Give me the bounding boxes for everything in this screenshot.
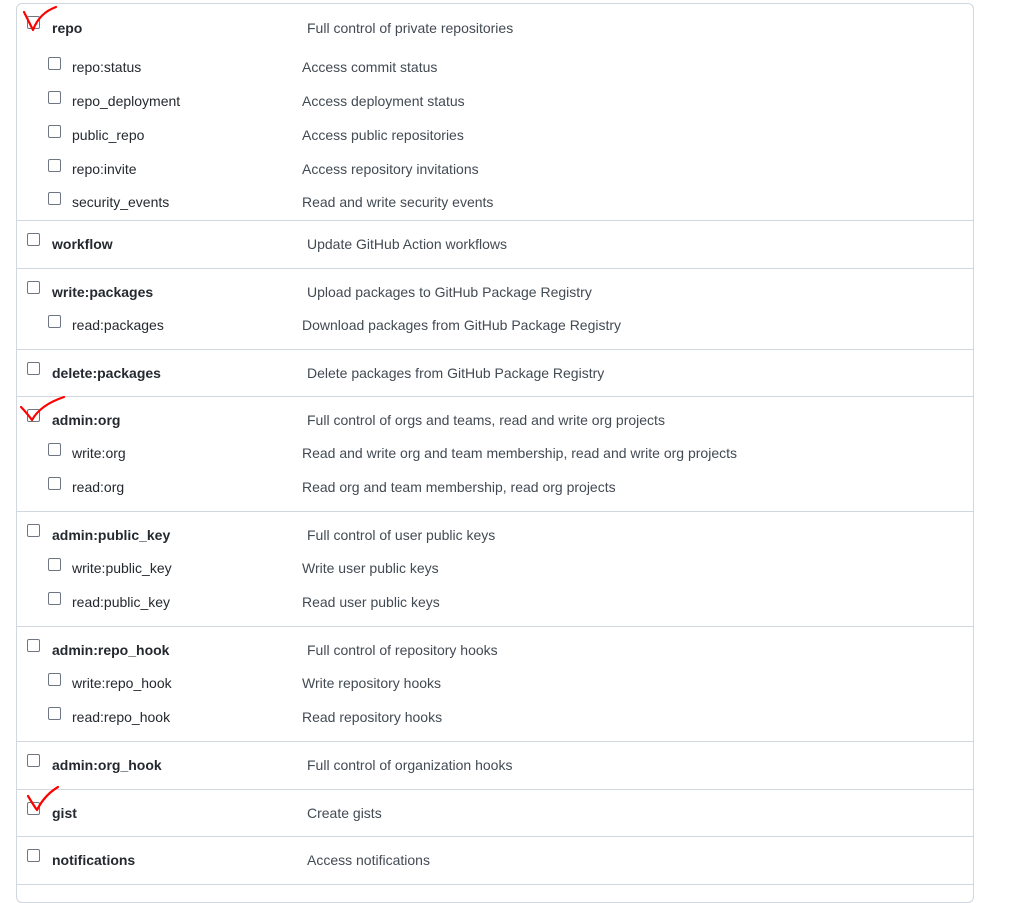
- scope-description: Read and write security events: [302, 194, 494, 210]
- scopes-panel: repo Full control of private repositorie…: [16, 3, 974, 903]
- scope-name: repo:invite: [72, 161, 137, 177]
- scope-row-read-repo-hook: read:repo_hook Read repository hooks: [17, 695, 973, 729]
- scope-description: Full control of repository hooks: [307, 642, 498, 658]
- checkbox-write-org[interactable]: [48, 443, 61, 456]
- scope-description: Read user public keys: [302, 594, 440, 610]
- scope-name: admin:repo_hook: [52, 642, 170, 658]
- scope-description: Full control of orgs and teams, read and…: [307, 412, 665, 428]
- scope-row-repo-status: repo:status Access commit status: [17, 45, 973, 79]
- scope-description: Read org and team membership, read org p…: [302, 479, 616, 495]
- scope-description: Write repository hooks: [302, 675, 442, 691]
- scope-group-admin-org-hook: admin:org_hook Full control of organizat…: [17, 742, 973, 790]
- scope-name: admin:org_hook: [52, 757, 162, 773]
- checkbox-admin-repo-hook[interactable]: [27, 639, 40, 652]
- scope-name: repo: [52, 20, 83, 36]
- checkbox-repo-deployment[interactable]: [48, 91, 61, 104]
- scope-description: Upload packages to GitHub Package Regist…: [307, 284, 592, 300]
- checkbox-repo[interactable]: [27, 16, 40, 29]
- scope-name: delete:packages: [52, 365, 161, 381]
- checkbox-public-repo[interactable]: [48, 125, 61, 138]
- scope-description: Delete packages from GitHub Package Regi…: [307, 365, 605, 381]
- scope-name: security_events: [72, 194, 170, 210]
- scope-row-write-packages: write:packages Upload packages to GitHub…: [17, 269, 973, 303]
- checkbox-repo-invite[interactable]: [48, 159, 61, 172]
- scope-group-notifications: notifications Access notifications: [17, 837, 973, 885]
- scope-name: write:repo_hook: [72, 675, 172, 691]
- scope-row-gist: gist Create gists: [17, 790, 973, 824]
- scope-row-workflow: workflow Update GitHub Action workflows: [17, 221, 973, 255]
- scope-name: gist: [52, 805, 77, 821]
- scope-row-admin-public-key: admin:public_key Full control of user pu…: [17, 512, 973, 546]
- scope-group-admin-public-key: admin:public_key Full control of user pu…: [17, 512, 973, 627]
- checkbox-workflow[interactable]: [27, 233, 40, 246]
- checkbox-gist[interactable]: [27, 802, 40, 815]
- scope-group-gist: gist Create gists: [17, 790, 973, 837]
- scope-group-write-packages: write:packages Upload packages to GitHub…: [17, 269, 973, 350]
- scope-name: write:packages: [52, 284, 154, 300]
- scope-description: Read repository hooks: [302, 709, 443, 725]
- scope-row-delete-packages: delete:packages Delete packages from Git…: [17, 350, 973, 384]
- scope-row-read-public-key: read:public_key Read user public keys: [17, 580, 973, 614]
- checkbox-read-org[interactable]: [48, 477, 61, 490]
- checkbox-read-packages[interactable]: [48, 315, 61, 328]
- checkbox-read-repo-hook[interactable]: [48, 707, 61, 720]
- scope-row-read-org: read:org Read org and team membership, r…: [17, 465, 973, 499]
- scope-description: Read and write org and team membership, …: [302, 445, 737, 461]
- scope-description: Full control of user public keys: [307, 527, 496, 543]
- scope-group-workflow: workflow Update GitHub Action workflows: [17, 221, 973, 269]
- scope-description: Create gists: [307, 805, 382, 821]
- scope-description: Access repository invitations: [302, 161, 479, 177]
- scope-name: read:org: [72, 479, 125, 495]
- scope-row-admin-org-hook: admin:org_hook Full control of organizat…: [17, 742, 973, 776]
- scope-name: public_repo: [72, 127, 145, 143]
- scope-row-admin-repo-hook: admin:repo_hook Full control of reposito…: [17, 627, 973, 661]
- scope-name: write:org: [72, 445, 126, 461]
- scope-name: read:packages: [72, 317, 164, 333]
- scope-group-delete-packages: delete:packages Delete packages from Git…: [17, 350, 973, 397]
- scope-row-write-public-key: write:public_key Write user public keys: [17, 546, 973, 580]
- scope-row-admin-org: admin:org Full control of orgs and teams…: [17, 397, 973, 431]
- scope-name: admin:public_key: [52, 527, 171, 543]
- scope-row-read-packages: read:packages Download packages from Git…: [17, 303, 973, 337]
- scope-name: repo_deployment: [72, 93, 181, 109]
- checkbox-security-events[interactable]: [48, 192, 61, 205]
- checkbox-write-packages[interactable]: [27, 281, 40, 294]
- scope-name: repo:status: [72, 59, 142, 75]
- scope-description: Full control of private repositories: [307, 20, 514, 36]
- scope-name: notifications: [52, 852, 136, 868]
- checkbox-write-repo-hook[interactable]: [48, 673, 61, 686]
- scope-name: admin:org: [52, 412, 121, 428]
- scope-description: Download packages from GitHub Package Re…: [302, 317, 622, 333]
- scope-description: Write user public keys: [302, 560, 439, 576]
- scope-group-admin-org: admin:org Full control of orgs and teams…: [17, 397, 973, 512]
- checkbox-delete-packages[interactable]: [27, 362, 40, 375]
- checkbox-write-public-key[interactable]: [48, 558, 61, 571]
- scope-description: Update GitHub Action workflows: [307, 236, 507, 252]
- scope-row-notifications: notifications Access notifications: [17, 837, 973, 871]
- scope-row-public-repo: public_repo Access public repositories: [17, 113, 973, 147]
- checkbox-notifications[interactable]: [27, 849, 40, 862]
- scope-description: Access commit status: [302, 59, 438, 75]
- scope-row-repo: repo Full control of private repositorie…: [17, 4, 973, 44]
- scope-row-write-org: write:org Read and write org and team me…: [17, 431, 973, 465]
- scope-name: workflow: [52, 236, 113, 252]
- scope-description: Access notifications: [307, 852, 430, 868]
- checkbox-read-public-key[interactable]: [48, 592, 61, 605]
- scope-group-admin-repo-hook: admin:repo_hook Full control of reposito…: [17, 627, 973, 742]
- checkbox-admin-org[interactable]: [27, 409, 40, 422]
- scope-row-security-events: security_events Read and write security …: [17, 180, 973, 214]
- checkbox-admin-org-hook[interactable]: [27, 754, 40, 767]
- scope-description: Full control of organization hooks: [307, 757, 513, 773]
- scope-name: read:repo_hook: [72, 709, 171, 725]
- scope-name: read:public_key: [72, 594, 171, 610]
- checkbox-admin-public-key[interactable]: [27, 524, 40, 537]
- scope-group-repo: repo Full control of private repositorie…: [17, 4, 973, 221]
- scope-row-repo-deployment: repo_deployment Access deployment status: [17, 79, 973, 113]
- scope-row-write-repo-hook: write:repo_hook Write repository hooks: [17, 661, 973, 695]
- scope-name: write:public_key: [72, 560, 172, 576]
- scope-description: Access deployment status: [302, 93, 465, 109]
- scope-description: Access public repositories: [302, 127, 464, 143]
- checkbox-repo-status[interactable]: [48, 57, 61, 70]
- scope-row-repo-invite: repo:invite Access repository invitation…: [17, 147, 973, 181]
